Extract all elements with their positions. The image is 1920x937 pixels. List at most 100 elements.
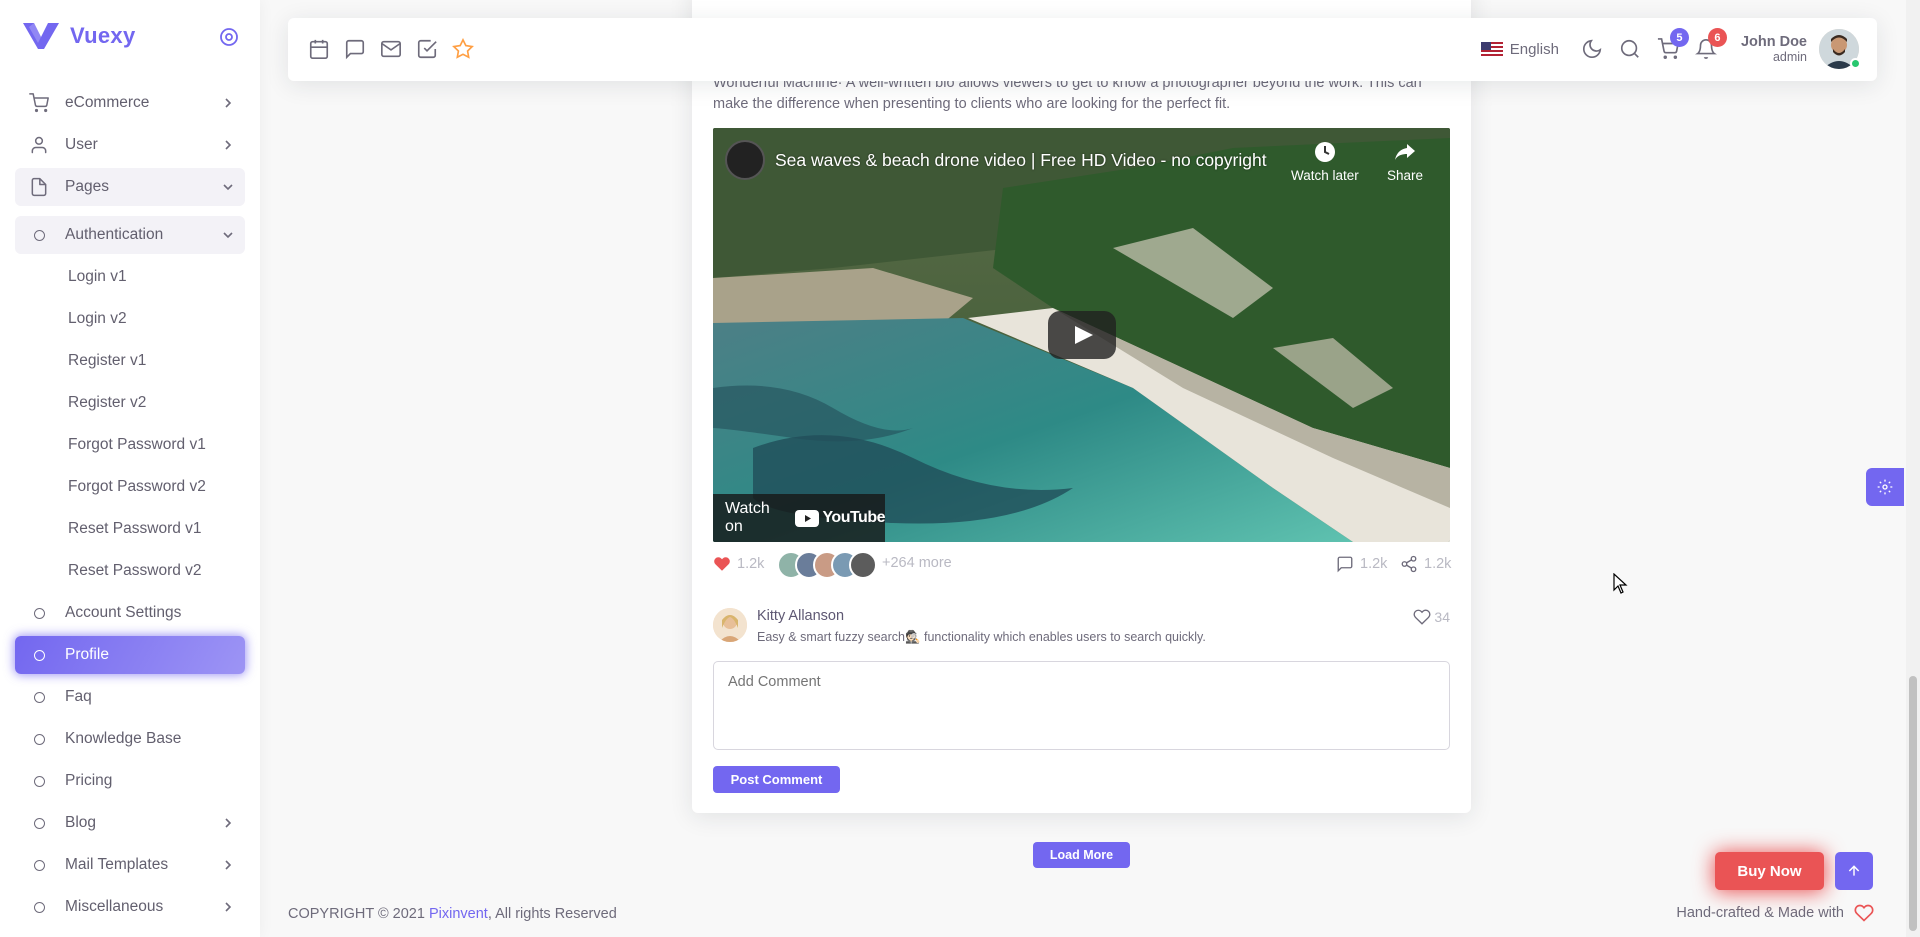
sidebar-item-login-v2[interactable]: Login v2 — [15, 300, 245, 338]
scrollbar-thumb[interactable] — [1909, 676, 1917, 931]
chevron-right-icon — [225, 818, 232, 828]
sidebar-item-login-v1[interactable]: Login v1 — [15, 258, 245, 296]
share-video-button[interactable]: Share — [1387, 140, 1423, 183]
add-comment-input[interactable] — [713, 661, 1450, 750]
sidebar-item-profile[interactable]: Profile — [15, 636, 245, 674]
watch-later-button[interactable]: Watch later — [1291, 140, 1359, 183]
copyright-text: COPYRIGHT © 2021 — [288, 906, 429, 922]
cart-badge: 5 — [1669, 28, 1689, 47]
arrow-up-icon — [1848, 865, 1860, 876]
bookmark-icons — [308, 38, 474, 60]
footer-made-with: Hand-crafted & Made with — [1676, 903, 1874, 923]
cart-button[interactable]: 5 — [1657, 28, 1689, 60]
sidebar-item-label: Profile — [65, 646, 109, 663]
calendar-icon[interactable] — [308, 38, 330, 60]
settings-icon — [1877, 479, 1893, 495]
sidebar-menu: eCommerce User Pages Authentication Logi… — [15, 84, 245, 930]
sidebar-item-register-v1[interactable]: Register v1 — [15, 342, 245, 380]
post-comment-button[interactable]: Post Comment — [713, 766, 840, 793]
made-with-text: Hand-crafted & Made with — [1676, 905, 1844, 921]
online-status-dot — [1850, 58, 1861, 69]
sidebar-item-authentication[interactable]: Authentication — [15, 216, 245, 254]
watch-on-youtube-button[interactable]: Watch on YouTube — [713, 494, 885, 542]
youtube-video-embed[interactable]: Sea waves & beach drone video | Free HD … — [713, 128, 1450, 542]
load-more-button[interactable]: Load More — [1033, 842, 1130, 868]
sidebar-item-reset-password-v2[interactable]: Reset Password v2 — [15, 552, 245, 590]
sidebar-item-label: Forgot Password v1 — [68, 436, 206, 453]
sidebar-item-faq[interactable]: Faq — [15, 678, 245, 716]
language-dropdown[interactable]: English — [1510, 41, 1559, 58]
youtube-play-icon — [795, 509, 820, 527]
video-title[interactable]: Sea waves & beach drone video | Free HD … — [775, 150, 1267, 171]
circle-icon — [29, 687, 49, 707]
sidebar-item-forgot-password-v2[interactable]: Forgot Password v2 — [15, 468, 245, 506]
user-dropdown[interactable]: John Doe admin — [1741, 34, 1807, 64]
comment-like-count: 34 — [1434, 609, 1450, 625]
top-navbar: English 5 6 John Doe admin — [288, 18, 1877, 81]
sidebar-item-register-v2[interactable]: Register v2 — [15, 384, 245, 422]
shares-count: 1.2k — [1424, 556, 1452, 572]
play-button[interactable] — [1048, 311, 1116, 359]
main-sidebar: Vuexy eCommerce User Pages Authenticatio… — [0, 0, 260, 937]
more-likers: +264 more — [882, 555, 952, 571]
play-icon — [1075, 326, 1093, 344]
sidebar-item-pricing[interactable]: Pricing — [15, 762, 245, 800]
avatar[interactable] — [1819, 29, 1861, 69]
notification-badge: 6 — [1707, 28, 1727, 47]
sidebar-item-label: Account Settings — [65, 604, 182, 621]
sidebar-item-ecommerce[interactable]: eCommerce — [15, 84, 245, 122]
pixinvent-link[interactable]: Pixinvent — [429, 906, 488, 922]
heart-icon — [1413, 609, 1431, 625]
sidebar-item-reset-password-v1[interactable]: Reset Password v1 — [15, 510, 245, 548]
buy-now-button[interactable]: Buy Now — [1715, 852, 1824, 890]
chevron-right-icon — [225, 860, 232, 870]
sidebar-item-forgot-password-v1[interactable]: Forgot Password v1 — [15, 426, 245, 464]
sidebar-item-account-settings[interactable]: Account Settings — [15, 594, 245, 632]
watch-on-label: Watch on — [725, 500, 770, 535]
scroll-to-top-button[interactable] — [1835, 852, 1873, 890]
us-flag-icon[interactable] — [1480, 41, 1503, 57]
circle-icon — [29, 813, 49, 833]
sidebar-item-label: Reset Password v1 — [68, 520, 202, 537]
mail-icon[interactable] — [380, 38, 402, 60]
liker-avatars[interactable] — [777, 551, 877, 579]
circle-icon — [29, 729, 49, 749]
notifications-button[interactable]: 6 — [1694, 28, 1727, 60]
circle-icon — [29, 897, 49, 917]
check-square-icon[interactable] — [416, 38, 438, 60]
commenter-avatar[interactable] — [713, 608, 747, 642]
sidebar-item-pages[interactable]: Pages — [15, 168, 245, 206]
sidebar-item-label: Faq — [65, 688, 92, 705]
sidebar-item-blog[interactable]: Blog — [15, 804, 245, 842]
share-icon — [1401, 555, 1417, 573]
sidebar-item-miscellaneous[interactable]: Miscellaneous — [15, 888, 245, 926]
sidebar-item-label: Miscellaneous — [65, 898, 164, 915]
commenter-name[interactable]: Kitty Allanson — [757, 608, 844, 624]
post-likes[interactable]: 1.2k — [713, 555, 764, 573]
channel-avatar[interactable] — [725, 140, 765, 180]
sidebar-item-mail-templates[interactable]: Mail Templates — [15, 846, 245, 884]
sidebar-toggle-icon[interactable] — [219, 27, 239, 47]
page-scrollbar[interactable] — [1906, 0, 1920, 937]
comment-like-button[interactable]: 34 — [1413, 608, 1450, 626]
heart-filled-icon — [714, 557, 730, 571]
sidebar-item-user[interactable]: User — [15, 126, 245, 164]
message-square-icon — [1337, 556, 1353, 573]
circle-icon — [29, 771, 49, 791]
message-square-icon[interactable] — [344, 38, 366, 60]
youtube-logo: YouTube — [795, 509, 885, 527]
search-icon[interactable] — [1619, 38, 1641, 60]
sidebar-item-knowledge-base[interactable]: Knowledge Base — [15, 720, 245, 758]
post-comments-count[interactable]: 1.2k — [1336, 555, 1387, 573]
moon-icon[interactable] — [1581, 38, 1603, 60]
customizer-toggle[interactable] — [1866, 468, 1904, 506]
star-icon[interactable] — [452, 38, 474, 60]
footer-copyright: COPYRIGHT © 2021 Pixinvent, All rights R… — [288, 906, 617, 922]
share-label: Share — [1387, 168, 1424, 183]
chevron-right-icon — [225, 902, 232, 912]
shopping-cart-icon — [29, 93, 49, 113]
post-shares-count[interactable]: 1.2k — [1400, 555, 1451, 573]
circle-icon — [29, 603, 49, 623]
rights-text: , All rights Reserved — [487, 906, 617, 922]
sidebar-item-label: User — [65, 136, 98, 153]
